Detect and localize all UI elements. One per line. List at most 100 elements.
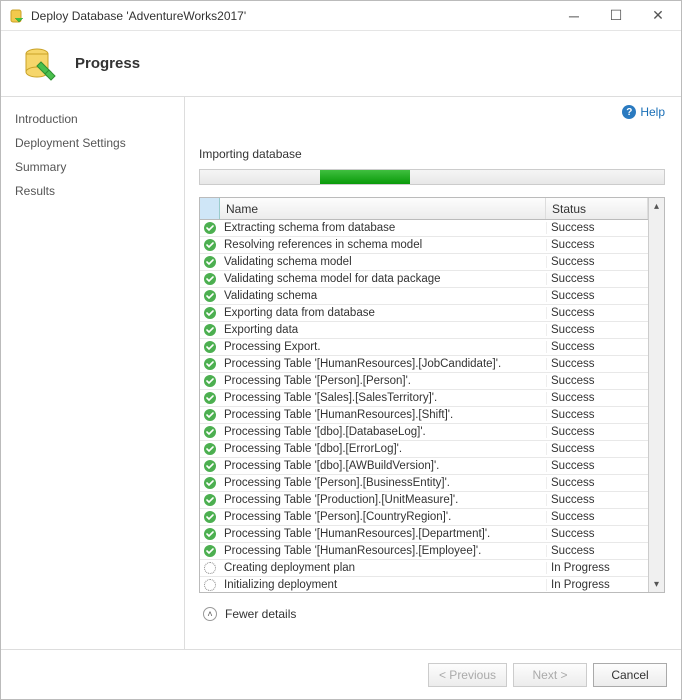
row-name: Processing Table '[HumanResources].[Depa… — [220, 528, 546, 540]
row-name: Processing Table '[dbo].[AWBuildVersion]… — [220, 460, 546, 472]
row-name: Processing Export. — [220, 341, 546, 353]
column-name[interactable]: Name — [220, 198, 546, 219]
table-row[interactable]: Processing Table '[Person].[BusinessEnti… — [200, 475, 648, 492]
row-name: Processing Table '[dbo].[DatabaseLog]'. — [220, 426, 546, 438]
table-row[interactable]: Validating schema model for data package… — [200, 271, 648, 288]
scroll-up-icon[interactable]: ▴ — [649, 198, 664, 214]
success-icon — [200, 425, 220, 439]
row-name: Exporting data from database — [220, 307, 546, 319]
progress-bar — [199, 169, 665, 185]
success-icon — [200, 510, 220, 524]
scroll-down-icon[interactable]: ▾ — [649, 576, 664, 592]
row-name: Initializing deployment — [220, 579, 546, 591]
close-button[interactable]: ✕ — [637, 2, 679, 30]
row-status: Success — [546, 341, 648, 353]
success-icon — [200, 442, 220, 456]
row-status: Success — [546, 392, 648, 404]
maximize-button[interactable]: ☐ — [595, 2, 637, 30]
progress-icon — [200, 579, 220, 591]
table-row[interactable]: Resolving references in schema modelSucc… — [200, 237, 648, 254]
success-icon — [200, 374, 220, 388]
progress-bar-fill — [320, 170, 410, 184]
success-icon — [200, 289, 220, 303]
row-status: Success — [546, 324, 648, 336]
row-name: Processing Table '[dbo].[ErrorLog]'. — [220, 443, 546, 455]
success-icon — [200, 221, 220, 235]
row-name: Creating deployment plan — [220, 562, 546, 574]
row-status: Success — [546, 239, 648, 251]
success-icon — [200, 459, 220, 473]
fewer-details-toggle[interactable]: ˄ Fewer details — [199, 605, 665, 623]
progress-table: Name Status Extracting schema from datab… — [199, 197, 665, 593]
table-row[interactable]: Initializing deploymentIn Progress — [200, 577, 648, 592]
row-name: Validating schema — [220, 290, 546, 302]
minimize-button[interactable]: ─ — [553, 2, 595, 30]
success-icon — [200, 323, 220, 337]
row-status: Success — [546, 460, 648, 472]
success-icon — [200, 527, 220, 541]
success-icon — [200, 493, 220, 507]
table-row[interactable]: Validating schemaSuccess — [200, 288, 648, 305]
table-row[interactable]: Processing Table '[HumanResources].[Empl… — [200, 543, 648, 560]
row-name: Exporting data — [220, 324, 546, 336]
row-name: Processing Table '[Person].[Person]'. — [220, 375, 546, 387]
app-icon — [9, 8, 25, 24]
row-name: Processing Table '[HumanResources].[JobC… — [220, 358, 546, 370]
column-status[interactable]: Status — [546, 198, 648, 219]
row-status: Success — [546, 528, 648, 540]
next-button[interactable]: Next > — [513, 663, 587, 687]
column-icon[interactable] — [200, 198, 220, 219]
table-row[interactable]: Processing Table '[HumanResources].[Depa… — [200, 526, 648, 543]
table-row[interactable]: Processing Table '[Person].[Person]'.Suc… — [200, 373, 648, 390]
table-row[interactable]: Processing Export.Success — [200, 339, 648, 356]
previous-button[interactable]: < Previous — [428, 663, 507, 687]
table-row[interactable]: Processing Table '[Sales].[SalesTerritor… — [200, 390, 648, 407]
table-row[interactable]: Exporting dataSuccess — [200, 322, 648, 339]
main-panel: ? Help Importing database Name Status Ex… — [185, 97, 681, 649]
success-icon — [200, 306, 220, 320]
table-row[interactable]: Processing Table '[HumanResources].[Shif… — [200, 407, 648, 424]
row-name: Validating schema model — [220, 256, 546, 268]
sidebar-item-summary[interactable]: Summary — [1, 155, 184, 179]
row-status: In Progress — [546, 562, 648, 574]
help-link[interactable]: ? Help — [622, 105, 665, 119]
table-row[interactable]: Extracting schema from databaseSuccess — [200, 220, 648, 237]
table-row[interactable]: Processing Table '[Person].[CountryRegio… — [200, 509, 648, 526]
table-row[interactable]: Exporting data from databaseSuccess — [200, 305, 648, 322]
row-status: Success — [546, 426, 648, 438]
success-icon — [200, 340, 220, 354]
scrollbar[interactable]: ▴ ▾ — [648, 198, 664, 592]
row-status: Success — [546, 307, 648, 319]
row-status: Success — [546, 222, 648, 234]
table-row[interactable]: Processing Table '[dbo].[AWBuildVersion]… — [200, 458, 648, 475]
sidebar-item-results[interactable]: Results — [1, 179, 184, 203]
success-icon — [200, 391, 220, 405]
row-status: Success — [546, 409, 648, 421]
table-row[interactable]: Processing Table '[dbo].[DatabaseLog]'.S… — [200, 424, 648, 441]
table-header: Name Status — [200, 198, 648, 220]
row-name: Resolving references in schema model — [220, 239, 546, 251]
status-text: Importing database — [199, 147, 665, 161]
table-row[interactable]: Processing Table '[Production].[UnitMeas… — [200, 492, 648, 509]
success-icon — [200, 357, 220, 371]
cancel-button[interactable]: Cancel — [593, 663, 667, 687]
sidebar-item-deployment-settings[interactable]: Deployment Settings — [1, 131, 184, 155]
row-name: Extracting schema from database — [220, 222, 546, 234]
success-icon — [200, 272, 220, 286]
sidebar-item-introduction[interactable]: Introduction — [1, 107, 184, 131]
row-name: Validating schema model for data package — [220, 273, 546, 285]
scroll-track[interactable] — [649, 214, 664, 576]
table-row[interactable]: Creating deployment planIn Progress — [200, 560, 648, 577]
titlebar: Deploy Database 'AdventureWorks2017' ─ ☐… — [1, 1, 681, 31]
row-name: Processing Table '[Sales].[SalesTerritor… — [220, 392, 546, 404]
row-status: Success — [546, 494, 648, 506]
row-name: Processing Table '[Person].[CountryRegio… — [220, 511, 546, 523]
footer: < Previous Next > Cancel — [1, 649, 681, 699]
help-icon: ? — [622, 105, 636, 119]
table-row[interactable]: Processing Table '[dbo].[ErrorLog]'.Succ… — [200, 441, 648, 458]
table-row[interactable]: Processing Table '[HumanResources].[JobC… — [200, 356, 648, 373]
details-toggle-label: Fewer details — [225, 607, 296, 621]
wizard-icon — [19, 44, 59, 84]
window-title: Deploy Database 'AdventureWorks2017' — [31, 9, 553, 23]
table-row[interactable]: Validating schema modelSuccess — [200, 254, 648, 271]
